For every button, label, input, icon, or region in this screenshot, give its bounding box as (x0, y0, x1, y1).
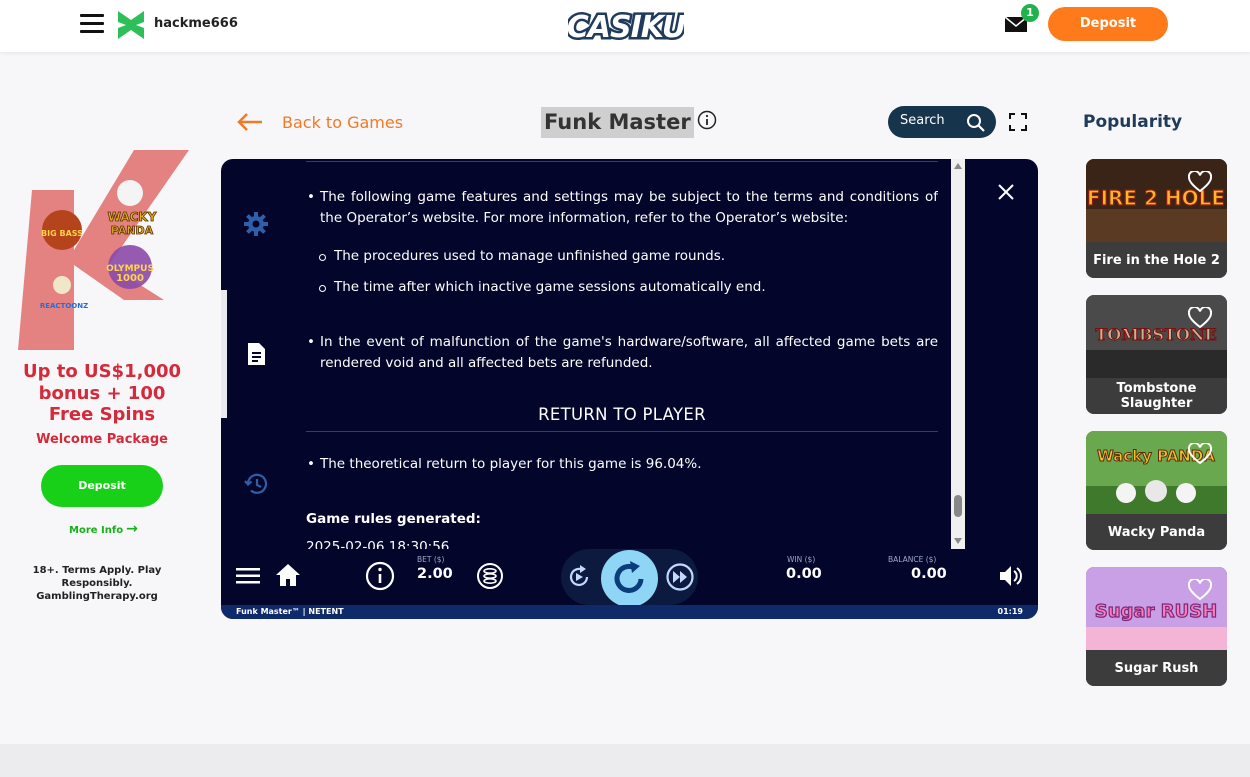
deposit-button[interactable]: Deposit (1048, 7, 1168, 41)
more-info-link[interactable]: More Info → (69, 521, 138, 537)
svg-text:REACTOONZ: REACTOONZ (40, 302, 88, 310)
game-card-name: Wacky Panda (1086, 514, 1227, 550)
svg-text:BIG BASS: BIG BASS (41, 229, 83, 238)
back-to-games-label: Back to Games (282, 113, 404, 132)
balance-label: BALANCE ($) (888, 555, 937, 564)
coins-icon[interactable] (476, 562, 504, 590)
bet-label: BET ($) (417, 555, 445, 564)
arrow-left-icon (237, 113, 262, 131)
favorite-heart-icon[interactable] (1188, 171, 1212, 193)
game-card-name: Sugar Rush (1086, 650, 1227, 686)
favorite-heart-icon[interactable] (1188, 579, 1212, 601)
game-menu-icon[interactable] (236, 567, 260, 585)
divider (306, 431, 938, 432)
game-card[interactable]: FIRE 2 HOLE Fire in the Hole 2 (1086, 159, 1227, 278)
rules-scrollbar[interactable] (951, 159, 965, 549)
divider (306, 161, 938, 162)
rtp-heading: RETURN TO PLAYER (538, 405, 706, 424)
search-label: Search (900, 113, 945, 128)
search-icon (967, 114, 985, 132)
history-icon[interactable] (243, 471, 269, 497)
username[interactable]: hackme666 (154, 16, 238, 31)
close-icon[interactable] (997, 183, 1015, 201)
favorite-heart-icon[interactable] (1188, 307, 1212, 329)
rules-bullet: In the event of malfunction of the game'… (307, 332, 938, 374)
more-info-label: More Info (69, 525, 124, 536)
scroll-down-icon[interactable] (954, 538, 962, 544)
game-card-name: Fire in the Hole 2 (1086, 242, 1227, 278)
search-button[interactable]: Search (888, 106, 996, 138)
turbo-icon[interactable] (665, 562, 695, 592)
game-info-icon[interactable] (365, 561, 395, 591)
svg-text:1000: 1000 (116, 273, 144, 284)
settings-gear-icon[interactable] (243, 211, 269, 237)
user-logo-icon (118, 11, 144, 39)
spin-icon (614, 561, 644, 593)
mail-badge: 1 (1021, 4, 1039, 22)
win-label: WIN ($) (787, 555, 816, 564)
arrow-right-icon: → (126, 521, 138, 537)
autoplay-icon[interactable] (565, 563, 593, 591)
rules-sub-bullet: The time after which inactive game sessi… (319, 277, 766, 298)
promo-subtitle: Welcome Package (36, 432, 168, 447)
rules-sub-bullet: The procedures used to manage unfinished… (318, 246, 725, 267)
rules-bullet: The following game features and settings… (307, 187, 938, 229)
rules-generated-label: Game rules generated: (306, 511, 481, 527)
legal-text: 18+. Terms Apply. Play Responsibly. Gamb… (32, 565, 162, 602)
svg-text:CASIKU: CASIKU (568, 10, 684, 45)
svg-text:PANDA: PANDA (111, 224, 154, 237)
sound-icon[interactable] (998, 564, 1024, 588)
win-value: 0.00 (786, 566, 822, 582)
game-card[interactable]: Wacky PANDA Wacky Panda (1086, 431, 1227, 550)
game-card[interactable]: TOMBSTONE Tombstone Slaughter (1086, 295, 1227, 414)
active-tab-indicator (221, 290, 227, 418)
game-card[interactable]: Sugar RUSH Sugar Rush (1086, 567, 1227, 686)
menu-icon[interactable] (80, 14, 104, 36)
promo-deposit-button[interactable]: Deposit (41, 465, 163, 507)
scroll-up-icon[interactable] (954, 163, 962, 169)
rules-generated-date: 2025-02-06 18:30:56 (306, 539, 450, 549)
game-clock: 01:19 (997, 607, 1023, 616)
spin-button[interactable] (601, 550, 658, 607)
scroll-thumb[interactable] (954, 495, 962, 517)
game-card-name: Tombstone Slaughter (1086, 378, 1227, 414)
game-frame[interactable]: The following game features and settings… (221, 159, 1038, 619)
game-title: Funk Master (541, 107, 694, 138)
home-icon[interactable] (275, 563, 301, 587)
game-rules-panel[interactable]: The following game features and settings… (306, 159, 938, 549)
favorite-heart-icon[interactable] (1188, 443, 1212, 465)
svg-text:Sugar RUSH: Sugar RUSH (1095, 601, 1217, 622)
rtp-text: The theoretical return to player for thi… (307, 454, 701, 475)
promo-banner-art[interactable]: BIG BASS WACKY PANDA OLYMPUS 1000 REACTO… (14, 145, 192, 355)
balance-value: 0.00 (911, 566, 947, 582)
game-controls-bar: BET ($) 2.00 WIN ($) 0.00 BALANCE ($) 0.… (221, 549, 1038, 607)
game-footer: Funk Master™ | NETENT 01:19 (221, 605, 1038, 619)
info-icon[interactable] (697, 110, 717, 130)
document-icon[interactable] (243, 341, 269, 367)
popularity-title: Popularity (1083, 112, 1183, 132)
page-footer (0, 744, 1250, 777)
brand-logo[interactable]: CASIKU (568, 4, 684, 48)
provider-label: Funk Master™ | NETENT (236, 607, 344, 616)
bet-value: 2.00 (417, 566, 453, 582)
promo-title: Up to US$1,000 bonus + 100 Free Spins (22, 361, 182, 425)
top-header: hackme666 CASIKU 1 Deposit (0, 0, 1250, 52)
svg-text:WACKY: WACKY (108, 210, 157, 224)
fullscreen-icon[interactable] (1009, 113, 1027, 131)
